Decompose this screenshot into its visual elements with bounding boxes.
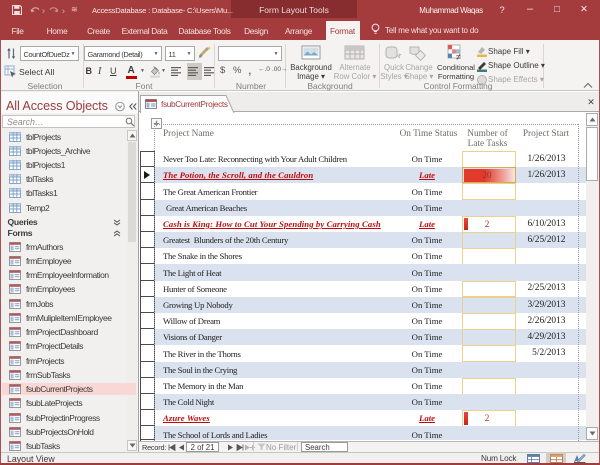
svg-text:≠: ≠ (456, 52, 461, 62)
